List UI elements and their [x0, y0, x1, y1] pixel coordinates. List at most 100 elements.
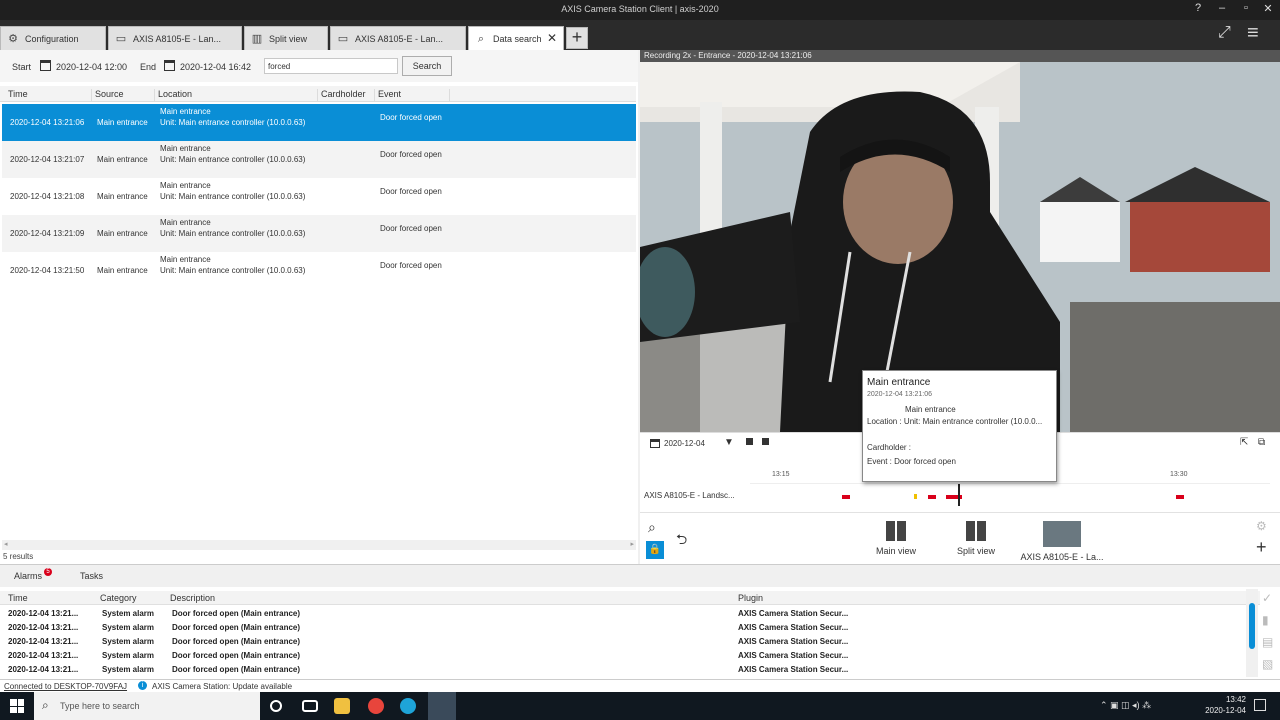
stop-icon[interactable]	[746, 438, 753, 445]
results-count: 5 results	[3, 552, 34, 561]
tab-label: Alarms	[14, 571, 43, 581]
taskbar-time[interactable]: 13:42	[1208, 695, 1246, 704]
main-view-button[interactable]: Main view	[856, 521, 936, 556]
cell-category: System alarm	[102, 651, 155, 660]
delete-icon[interactable]: ▮	[1262, 613, 1269, 627]
clear-icon[interactable]: ▧	[1262, 657, 1273, 671]
column-header-plugin[interactable]: Plugin	[738, 593, 763, 603]
windows-start-icon[interactable]	[10, 699, 24, 713]
table-row[interactable]: 2020-12-04 13:21:50 Main entrance Main e…	[2, 252, 636, 289]
timeline-track[interactable]	[750, 483, 1270, 506]
back-icon[interactable]: ⮌	[676, 529, 687, 553]
tab-alarms[interactable]: Alarms 5	[14, 568, 52, 581]
taskbar-date[interactable]: 2020-12-04	[1196, 706, 1246, 715]
search-bar: Start 2020-12-04 12:00 End 2020-12-04 16…	[0, 50, 638, 82]
tray-icons[interactable]: ⌃ ▣ ◫ ◂) ⁂	[1100, 700, 1151, 711]
scroll-right-icon[interactable]: ▸	[630, 540, 634, 548]
update-notice[interactable]: AXIS Camera Station: Update available	[152, 682, 292, 691]
lock-icon[interactable]: 🔒	[646, 541, 664, 559]
column-header-time[interactable]: Time	[8, 593, 28, 603]
tab-camera-1[interactable]: ▭ AXIS A8105-E - Lan...	[108, 26, 242, 50]
calendar-icon[interactable]	[40, 60, 51, 71]
column-header-category[interactable]: Category	[100, 593, 137, 603]
search-button[interactable]: Search	[402, 56, 452, 76]
cell-time: 2020-12-04 13:21...	[8, 623, 79, 632]
table-row[interactable]: 2020-12-04 13:21:08 Main entrance Main e…	[2, 178, 636, 215]
close-tab-icon[interactable]: ✕	[547, 31, 557, 45]
filter-icon[interactable]: ▼	[724, 437, 734, 448]
cell-description: Door forced open (Main entrance)	[172, 637, 301, 646]
file-explorer-icon[interactable]	[334, 698, 350, 714]
playhead[interactable]	[958, 484, 960, 506]
tick-label: 13:15	[772, 471, 790, 478]
camera-thumbnail-button[interactable]: AXIS A8105-E - La...	[1016, 521, 1108, 562]
scroll-left-icon[interactable]: ◂	[4, 540, 8, 548]
table-row[interactable]: 2020-12-04 13:21:09 Main entrance Main e…	[2, 215, 636, 252]
alarm-row[interactable]: 2020-12-04 13:21... System alarm Door fo…	[0, 623, 1250, 637]
tick-label: 13:30	[1170, 471, 1188, 478]
end-label: End	[140, 62, 157, 72]
task-switch-icon[interactable]	[302, 700, 318, 712]
search-input[interactable]	[264, 58, 398, 74]
minimize-button[interactable]: –	[1212, 2, 1232, 14]
tab-camera-2[interactable]: ▭ AXIS A8105-E - Lan...	[330, 26, 466, 50]
help-icon[interactable]: ?	[1188, 2, 1208, 14]
vertical-scrollbar[interactable]	[1246, 589, 1258, 677]
column-header-location[interactable]: Location	[158, 89, 318, 101]
tab-split-view[interactable]: ▥ Split view	[244, 26, 328, 50]
maximize-button[interactable]: ▫	[1236, 2, 1256, 14]
split-view-label: Split view	[956, 546, 995, 556]
fullscreen-icon[interactable]: ⤢	[1218, 24, 1231, 42]
scrollbar-thumb[interactable]	[1249, 603, 1255, 649]
connection-status[interactable]: Connected to DESKTOP-70V9FAJ	[4, 682, 127, 691]
column-header-description[interactable]: Description	[170, 593, 215, 603]
cell-description: Door forced open (Main entrance)	[172, 609, 301, 618]
menu-icon[interactable]: ≡	[1247, 22, 1259, 45]
event-marker[interactable]	[914, 494, 917, 499]
tab-tasks[interactable]: Tasks	[80, 571, 103, 581]
add-icon[interactable]: +	[1256, 537, 1267, 558]
column-header-source[interactable]: Source	[95, 89, 155, 101]
axis-camera-station-taskbar-icon[interactable]	[428, 692, 456, 720]
alarm-row[interactable]: 2020-12-04 13:21... System alarm Door fo…	[0, 665, 1250, 679]
calendar-icon[interactable]	[650, 439, 660, 448]
table-row[interactable]: 2020-12-04 13:21:06 Main entrance Main e…	[2, 104, 636, 141]
column-header-cardholder[interactable]: Cardholder	[321, 89, 375, 101]
event-marker[interactable]	[1176, 495, 1184, 499]
cell-location: Main entrance	[160, 107, 211, 116]
window-title: AXIS Camera Station Client | axis-2020	[561, 4, 719, 14]
tab-data-search[interactable]: ⌕ Data search ✕	[468, 26, 564, 50]
options-icon[interactable]: ▤	[1262, 635, 1273, 649]
zoom-icon[interactable]: ⌕	[648, 519, 656, 536]
task-view-icon[interactable]	[270, 700, 282, 712]
notification-icon[interactable]	[1254, 699, 1266, 711]
record-icon[interactable]	[762, 438, 769, 445]
tab-configuration[interactable]: ⚙ Configuration	[0, 26, 106, 50]
table-row[interactable]: 2020-12-04 13:21:07 Main entrance Main e…	[2, 141, 636, 178]
alarm-row[interactable]: 2020-12-04 13:21... System alarm Door fo…	[0, 651, 1250, 665]
cell-category: System alarm	[102, 623, 155, 632]
start-date[interactable]: 2020-12-04 12:00	[56, 62, 127, 72]
acknowledge-icon[interactable]: ✓	[1262, 591, 1272, 605]
calendar-icon[interactable]	[164, 60, 175, 71]
alarm-row[interactable]: 2020-12-04 13:21... System alarm Door fo…	[0, 637, 1250, 651]
new-tab-button[interactable]: +	[566, 27, 588, 49]
horizontal-scrollbar[interactable]: ◂ ▸	[2, 540, 636, 550]
split-view-button[interactable]: Split view	[936, 521, 1016, 556]
event-marker[interactable]	[842, 495, 850, 499]
settings-icon[interactable]: ⚙	[1256, 519, 1267, 533]
popout-icon[interactable]: ⧉	[1258, 437, 1265, 448]
column-header-event[interactable]: Event	[378, 89, 450, 101]
cell-source: Main entrance	[97, 192, 148, 201]
timeline-date[interactable]: 2020-12-04	[664, 439, 705, 448]
cell-description: Door forced open (Main entrance)	[172, 665, 301, 674]
chrome-icon[interactable]	[368, 698, 384, 714]
alarm-row[interactable]: 2020-12-04 13:21... System alarm Door fo…	[0, 609, 1250, 623]
export-icon[interactable]: ⇱	[1240, 437, 1248, 448]
close-button[interactable]: ✕	[1258, 2, 1278, 15]
end-date[interactable]: 2020-12-04 16:42	[180, 62, 251, 72]
event-marker[interactable]	[928, 495, 936, 499]
taskbar-search[interactable]: ⌕ Type here to search	[34, 692, 260, 720]
column-header-time[interactable]: Time	[8, 89, 92, 101]
edge-icon[interactable]	[400, 698, 416, 714]
